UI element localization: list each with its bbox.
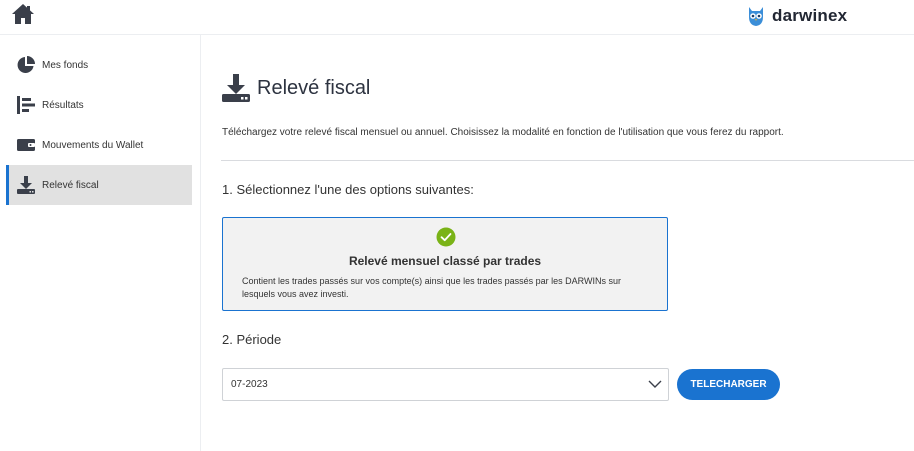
home-button[interactable] bbox=[10, 2, 36, 26]
period-value: 07-2023 bbox=[231, 379, 268, 390]
home-icon bbox=[12, 4, 34, 24]
option-description: Contient les trades passés sur vos compt… bbox=[242, 276, 621, 299]
check-circle-icon bbox=[436, 227, 456, 247]
option-title: Relevé mensuel classé par trades bbox=[348, 254, 542, 268]
period-select[interactable]: 07-2023 bbox=[222, 368, 669, 401]
download-icon bbox=[15, 174, 37, 196]
step1-label: 1. Sélectionnez l'une des options suivan… bbox=[222, 182, 474, 197]
step2-label: 2. Période bbox=[222, 332, 282, 347]
sidebar-item-label: Résultats bbox=[42, 99, 84, 111]
sidebar-item-mouvements-wallet[interactable]: Mouvements du Wallet bbox=[6, 125, 192, 165]
sidebar-item-resultats[interactable]: Résultats bbox=[6, 85, 192, 125]
sidebar-item-label: Mes fonds bbox=[42, 59, 89, 71]
sidebar-item-releve-fiscal[interactable]: Relevé fiscal bbox=[6, 165, 192, 205]
option-card-monthly-by-trades[interactable]: Relevé mensuel classé par trades Contien… bbox=[222, 217, 668, 311]
sidebar-item-label: Mouvements du Wallet bbox=[42, 139, 144, 151]
main-content: Relevé fiscal Téléchargez votre relevé f… bbox=[201, 35, 914, 451]
pie-chart-icon bbox=[15, 54, 37, 76]
wallet-icon bbox=[15, 134, 37, 156]
divider bbox=[221, 160, 914, 161]
sidebar: Mes fonds Résultats Mouvements du Wallet bbox=[0, 35, 201, 451]
sidebar-item-label: Relevé fiscal bbox=[42, 179, 99, 191]
download-button[interactable]: TELECHARGER bbox=[677, 369, 780, 400]
brand-name: darwinex bbox=[772, 6, 848, 25]
download-icon bbox=[222, 74, 250, 102]
intro-text: Téléchargez votre relevé fiscal mensuel … bbox=[222, 127, 784, 138]
bar-list-icon bbox=[15, 94, 37, 116]
chevron-down-icon bbox=[648, 380, 662, 388]
top-bar: darwinex bbox=[0, 0, 914, 35]
sidebar-item-mes-fonds[interactable]: Mes fonds bbox=[6, 45, 192, 85]
page-title: Relevé fiscal bbox=[257, 76, 371, 99]
page-header: Relevé fiscal bbox=[221, 73, 370, 103]
owl-logo-icon bbox=[749, 7, 763, 26]
brand[interactable]: darwinex bbox=[746, 3, 847, 29]
